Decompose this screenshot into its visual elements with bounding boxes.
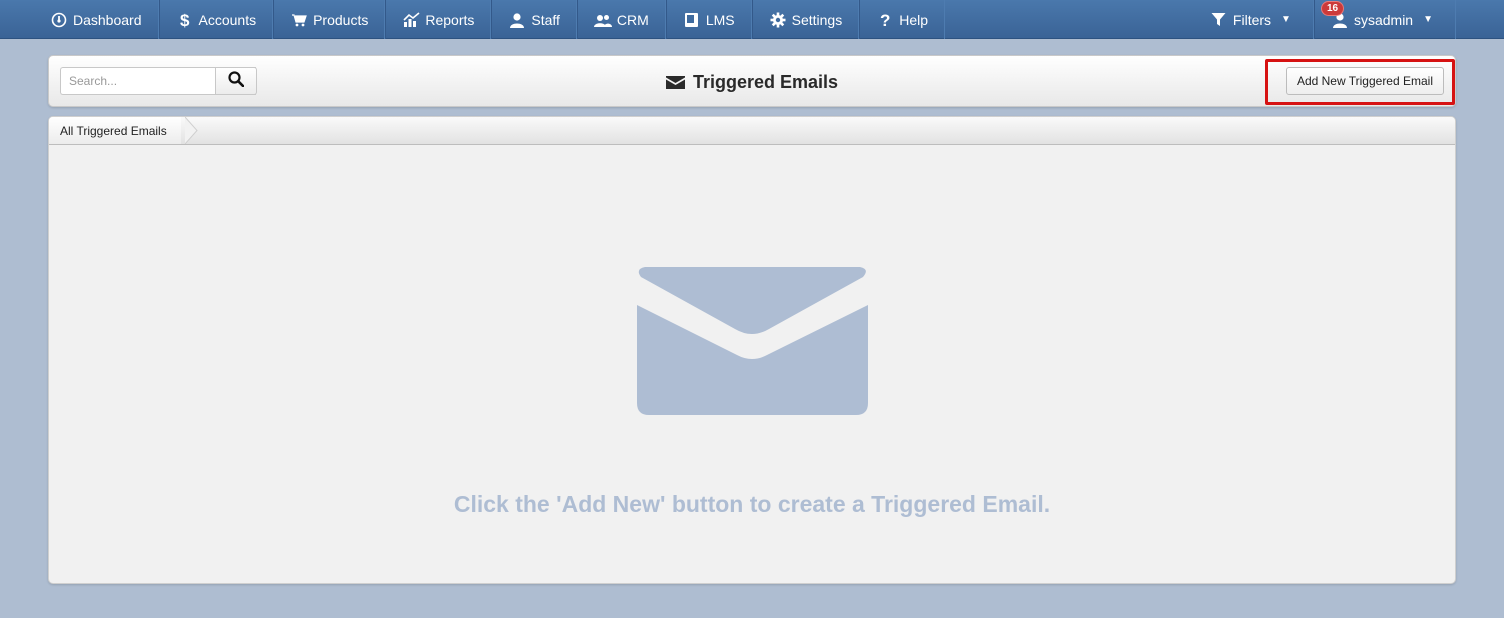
- nav-item-settings[interactable]: Settings: [751, 0, 860, 39]
- breadcrumb: All Triggered Emails: [49, 117, 1455, 145]
- nav-right: Filters ▼ 16 sysadmin ▼: [1144, 0, 1456, 39]
- page-title-text: Triggered Emails: [692, 72, 839, 92]
- breadcrumb-separator-icon: [185, 117, 198, 144]
- filters-dropdown[interactable]: Filters ▼: [1194, 0, 1314, 39]
- nav-item-lms[interactable]: LMS: [665, 0, 752, 39]
- people-icon: [593, 11, 612, 29]
- page-title: Triggered Emails: [49, 72, 1455, 93]
- content-panel: All Triggered Emails Click the 'Add New'…: [48, 116, 1456, 584]
- dashboard-icon: [50, 11, 68, 29]
- nav-item-staff[interactable]: Staff: [491, 0, 577, 39]
- empty-state-message: Click the 'Add New' button to create a T…: [453, 491, 1051, 517]
- nav-item-label: Settings: [791, 11, 843, 28]
- notification-badge[interactable]: 16: [1320, 1, 1345, 16]
- nav-item-label: Help: [899, 11, 928, 28]
- gear-icon: [769, 11, 787, 29]
- add-new-triggered-email-button[interactable]: Add New Triggered Email: [1285, 67, 1444, 95]
- filters-label: Filters: [1232, 11, 1272, 28]
- envelope-icon: [665, 76, 685, 89]
- person-icon: [508, 11, 526, 29]
- dollar-icon: $: [176, 11, 194, 29]
- breadcrumb-item-all-triggered-emails[interactable]: All Triggered Emails: [49, 117, 181, 144]
- filter-icon: [1210, 11, 1228, 29]
- cart-icon: [290, 11, 308, 29]
- nav-item-products[interactable]: Products: [273, 0, 386, 39]
- header-panel: Triggered Emails Add New Triggered Email: [48, 55, 1456, 107]
- nav-item-dashboard[interactable]: Dashboard: [50, 0, 159, 39]
- nav-item-label: LMS: [705, 11, 735, 28]
- nav-item-help[interactable]: ? Help: [859, 0, 945, 39]
- chevron-down-icon: ▼: [1423, 14, 1433, 25]
- user-menu[interactable]: 16 sysadmin ▼: [1313, 0, 1456, 39]
- envelope-icon: [637, 267, 868, 415]
- nav-item-label: Reports: [425, 11, 475, 28]
- nav-item-crm[interactable]: CRM: [576, 0, 666, 39]
- nav-item-label: Dashboard: [73, 11, 142, 28]
- chevron-down-icon: ▼: [1281, 14, 1291, 25]
- question-icon: ?: [876, 11, 894, 29]
- chart-icon: [402, 11, 420, 29]
- nav-item-accounts[interactable]: $ Accounts: [158, 0, 274, 39]
- svg-text:?: ?: [880, 11, 890, 29]
- nav-item-label: Accounts: [198, 11, 257, 28]
- book-icon: [683, 11, 701, 29]
- nav-item-label: CRM: [616, 11, 649, 28]
- nav-item-reports[interactable]: Reports: [385, 0, 492, 39]
- svg-text:$: $: [180, 11, 190, 29]
- nav-item-label: Staff: [531, 11, 560, 28]
- user-label: sysadmin: [1353, 11, 1414, 28]
- top-nav: Dashboard $ Accounts Products Reports St…: [0, 0, 1504, 39]
- nav-item-label: Products: [313, 11, 369, 28]
